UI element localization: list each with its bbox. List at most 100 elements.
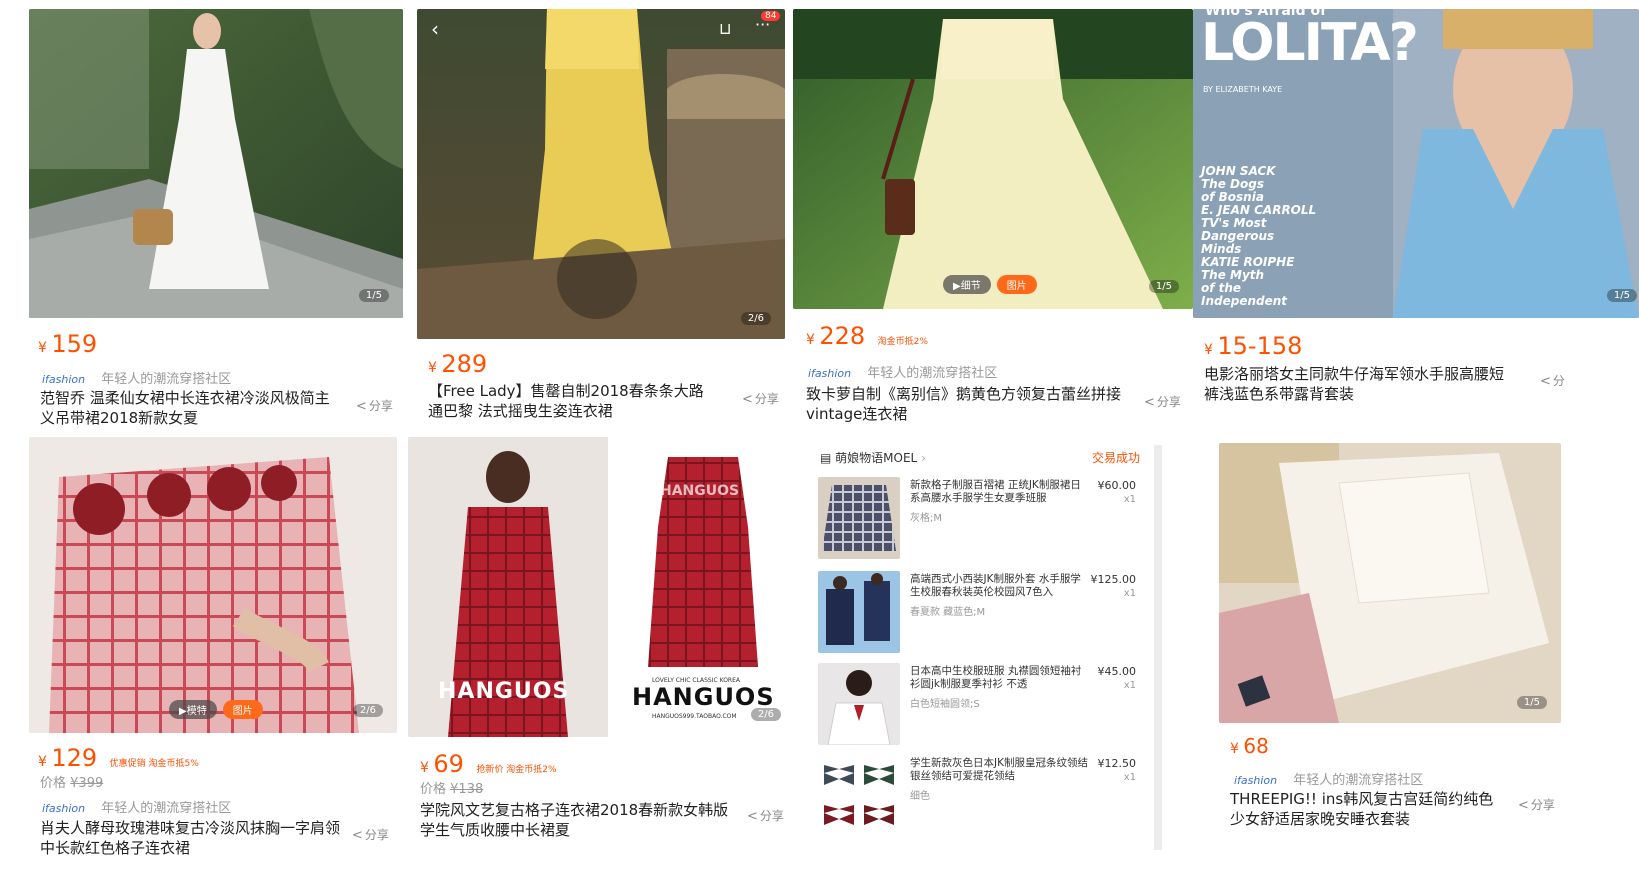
video-tab[interactable]: ▶细节: [943, 275, 991, 294]
product-image-lace-dress[interactable]: ▶细节 图片 1/5: [793, 9, 1193, 309]
product-image-white-dress[interactable]: 1/5: [29, 9, 403, 318]
product-image-yellow-dress[interactable]: ‹ ⊔ ··· 84 2/6: [417, 9, 785, 339]
order-item[interactable]: 学生新款灰色日本JK制服皇冠条纹领结 银丝领结可爱提花领结 细色 ¥12.50 …: [818, 755, 1148, 843]
share-button[interactable]: < 分享: [356, 397, 393, 414]
product-price: ¥ 68: [1230, 734, 1269, 758]
photo-tab[interactable]: 图片: [222, 700, 263, 719]
product-image-hanguos-plaid-dress[interactable]: HANGUOS HANGUOS LOVELY CHIC CLASSIC KORE…: [408, 437, 785, 737]
chevron-right-icon: ›: [921, 451, 926, 465]
share-button[interactable]: < 分享: [1518, 796, 1555, 813]
item-price: ¥12.50: [1097, 757, 1137, 770]
item-thumbnail: [818, 755, 900, 837]
item-qty: x1: [1123, 772, 1136, 783]
share-icon: <: [747, 809, 758, 824]
share-icon: <: [356, 399, 367, 414]
hanguos-url: HANGUOS999.TAOBAO.COM: [652, 713, 737, 720]
cart-badge: 84: [761, 11, 781, 21]
original-price: 价格 ¥399: [40, 776, 104, 791]
image-pager: 2/6: [740, 312, 771, 325]
item-price: ¥45.00: [1097, 665, 1137, 678]
magazine-title: LOLITA?: [1201, 13, 1419, 73]
ifashion-logo: ifashion: [42, 802, 86, 815]
item-name: 日本高中生校服班服 丸襟圆领短袖衬衫圆jk制服夏季衬衫 不透: [910, 665, 1082, 690]
product-price: ¥ 159: [38, 330, 98, 358]
item-name: 高端西式小西装JK制服外套 水手服学生校服春秋装英伦校园风7色入: [910, 573, 1081, 598]
order-item[interactable]: 高端西式小西装JK制服外套 水手服学生校服春秋装英伦校园风7色入 春夏款 藏蓝色…: [818, 571, 1148, 659]
magazine-byline: BY ELIZABETH KAYE: [1203, 85, 1283, 94]
product-price: ¥ 15-158: [1204, 332, 1303, 360]
media-toggle: ▶模特 图片: [169, 700, 263, 719]
image-pager: 2/6: [352, 704, 383, 717]
image-pager: 2/6: [750, 708, 781, 721]
video-tab[interactable]: ▶模特: [169, 700, 217, 719]
image-pager: 1/5: [1516, 696, 1547, 709]
brand-tag: ifashion 年轻人的潮流穿搭社区: [808, 366, 998, 381]
image-pager: 1/5: [1606, 289, 1637, 302]
order-item[interactable]: 日本高中生校服班服 丸襟圆领短袖衬衫圆jk制服夏季衬衫 不透 白色短袖圆领;S …: [818, 663, 1148, 751]
item-sku: 细色: [910, 791, 930, 802]
brand-tag: ifashion 年轻人的潮流穿搭社区: [42, 372, 232, 387]
product-image-plaid-rose-dress[interactable]: ▶模特 图片 2/6: [29, 437, 397, 733]
product-image-pajama-set[interactable]: 1/5: [1219, 443, 1561, 723]
item-thumbnail: [818, 477, 900, 559]
product-title[interactable]: 肖夫人酵母玫瑰港味复古冷淡风抹胸一字肩领中长款红色格子连衣裙: [40, 818, 340, 858]
photo-tab[interactable]: 图片: [996, 275, 1037, 294]
original-price: 价格 ¥138: [420, 782, 484, 797]
share-icon: <: [742, 392, 753, 407]
promo-tag: 优惠促销 淘金币抵5%: [109, 759, 199, 769]
product-title[interactable]: 【Free Lady】售罄自制2018春条条大路通巴黎 法式摇曳生姿连衣裙: [428, 381, 718, 421]
hanguos-logo-left: HANGUOS: [438, 679, 570, 704]
product-price: ¥ 289: [428, 350, 488, 378]
image-pager: 1/5: [1148, 280, 1179, 293]
media-toggle: ▶细节 图片: [943, 275, 1037, 294]
product-price: ¥ 69 抢新价 淘金币抵2%: [420, 750, 557, 778]
product-title[interactable]: 范智乔 温柔仙女裙中长连衣裙冷淡风极简主义吊带裙2018新款女夏: [40, 388, 338, 428]
image-pager: 1/5: [358, 289, 389, 302]
order-item[interactable]: 新款格子制服百褶裙 正统JK制服裙日系高腰水手服学生女夏季班服 灰格;M ¥60…: [818, 477, 1148, 565]
share-button[interactable]: < 分享: [747, 807, 784, 824]
brand-tag: ifashion 年轻人的潮流穿搭社区: [1234, 773, 1424, 788]
product-price: ¥ 228 淘金币抵2%: [806, 322, 928, 350]
share-button[interactable]: < 分享: [352, 826, 389, 843]
magazine-cover-lines: JOHN SACK The Dogs of Bosnia E. JEAN CAR…: [1201, 164, 1317, 308]
back-icon[interactable]: ‹: [431, 17, 439, 41]
product-title[interactable]: 电影洛丽塔女主同款牛仔海军领水手服高腰短裤浅蓝色系带露背套装: [1204, 364, 1516, 404]
item-price: ¥125.00: [1090, 573, 1137, 586]
share-button[interactable]: < 分享: [742, 390, 779, 407]
ifashion-logo: ifashion: [42, 373, 86, 386]
promo-tag: 淘金币抵2%: [877, 337, 928, 347]
cart-icon[interactable]: ⊔: [719, 19, 731, 38]
item-thumbnail: [818, 571, 900, 653]
item-sku: 灰格;M: [910, 513, 942, 524]
share-button[interactable]: < 分: [1540, 372, 1565, 389]
product-title[interactable]: 致卡萝自制《离别信》鹅黄色方领复古蕾丝拼接vintage连衣裙: [806, 384, 1124, 424]
hanguos-logo-right: HANGUOS: [632, 683, 775, 711]
product-image-magazine-cover[interactable]: Who's Afraid of LOLITA? BY ELIZABETH KAY…: [1193, 9, 1639, 318]
product-title[interactable]: 学院风文艺复古格子连衣裙2018春新款女韩版学生气质收腰中长裙夏: [420, 800, 730, 840]
share-button[interactable]: < 分享: [1144, 393, 1181, 410]
promo-tag: 抢新价 淘金币抵2%: [476, 765, 557, 775]
item-qty: x1: [1123, 494, 1136, 505]
order-panel: ▤ 萌娘物语MOEL › 交易成功 新款格子制服百褶裙 正统JK制服裙日系高腰水…: [810, 445, 1162, 850]
item-sku: 白色短袖圆领;S: [910, 699, 980, 710]
item-qty: x1: [1123, 588, 1136, 599]
order-status: 交易成功: [1091, 451, 1140, 465]
share-icon: <: [1144, 395, 1155, 410]
item-price: ¥60.00: [1097, 479, 1137, 492]
product-title[interactable]: THREEPIG!! ins韩风复古宫廷简约纯色少女舒适居家晚安睡衣套装: [1230, 789, 1506, 829]
shop-header[interactable]: ▤ 萌娘物语MOEL ›: [820, 449, 926, 466]
share-icon: <: [352, 828, 363, 843]
hanguos-watermark: HANGUOS: [660, 483, 740, 499]
item-thumbnail: [818, 663, 900, 745]
item-name: 新款格子制服百褶裙 正统JK制服裙日系高腰水手服学生女夏季班服: [910, 479, 1081, 504]
share-icon: <: [1518, 798, 1529, 813]
ifashion-logo: ifashion: [808, 367, 852, 380]
brand-tag: ifashion 年轻人的潮流穿搭社区: [42, 801, 232, 816]
item-qty: x1: [1123, 680, 1136, 691]
ifashion-logo: ifashion: [1234, 774, 1278, 787]
item-sku: 春夏款 藏蓝色;M: [910, 607, 986, 618]
share-icon: <: [1540, 374, 1551, 389]
product-price: ¥ 129 优惠促销 淘金币抵5%: [38, 744, 199, 772]
item-name: 学生新款灰色日本JK制服皇冠条纹领结 银丝领结可爱提花领结: [910, 757, 1088, 782]
shop-icon: ▤: [820, 451, 832, 465]
